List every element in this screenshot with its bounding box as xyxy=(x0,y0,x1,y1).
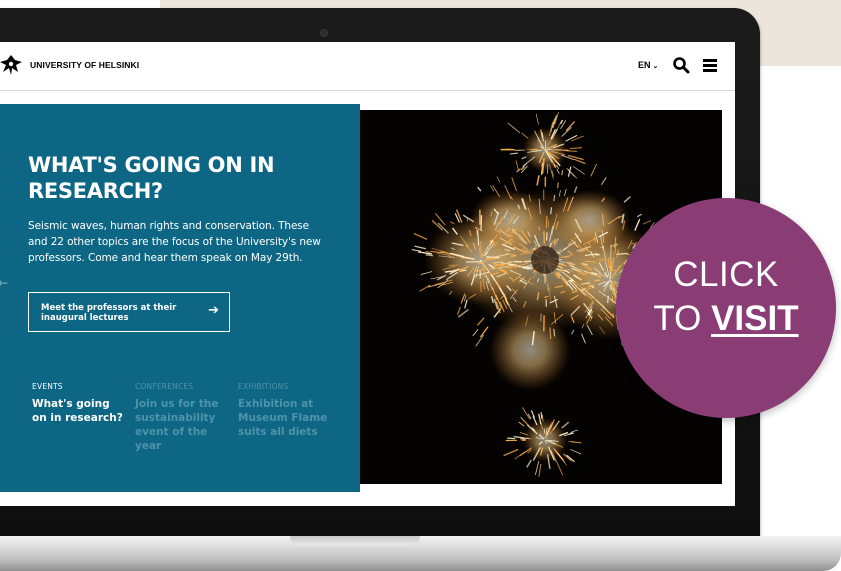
tab-text: What's going on in research? xyxy=(32,398,123,424)
laptop-hinge xyxy=(0,506,760,512)
language-selector[interactable]: EN ⌄ xyxy=(638,60,658,70)
chevron-down-icon: ⌄ xyxy=(652,63,659,70)
tab-events[interactable]: EVENTS What's going on in research? xyxy=(32,382,127,425)
tab-exhibitions[interactable]: EXHIBITIONS Exhibition at Museum Flame s… xyxy=(238,382,333,439)
tab-conferences[interactable]: CONFERENCES Join us for the sustainabili… xyxy=(135,382,230,453)
laptop-notch xyxy=(290,536,420,546)
cta-label: Meet the professors at their inaugural l… xyxy=(41,303,177,323)
visit-line-1: CLICK xyxy=(673,255,779,294)
tab-category: CONFERENCES xyxy=(135,382,194,391)
site-header: UNIVERSITY OF HELSINKI EN ⌄ xyxy=(0,42,735,91)
tab-text: Exhibition at Museum Flame suits all die… xyxy=(238,398,328,438)
tab-category: EVENTS xyxy=(32,382,63,391)
hero-panel: ← WHAT'S GOING ON IN RESEARCH? Seismic w… xyxy=(0,104,360,492)
visit-prefix: TO xyxy=(653,299,712,338)
camera-icon xyxy=(321,30,327,36)
visit-line-2: TO VISIT xyxy=(616,300,836,338)
click-to-visit-button[interactable]: CLICK TO VISIT xyxy=(616,198,836,418)
site-brand-name[interactable]: UNIVERSITY OF HELSINKI xyxy=(30,60,139,70)
university-logo-icon[interactable] xyxy=(0,52,24,78)
tab-text: Join us for the sustainability event of … xyxy=(135,398,219,452)
language-label: EN xyxy=(638,60,651,70)
hamburger-menu-icon[interactable] xyxy=(703,59,717,72)
meet-professors-button[interactable]: Meet the professors at their inaugural l… xyxy=(28,292,230,332)
hero-description: Seismic waves, human rights and conserva… xyxy=(28,220,321,264)
search-icon[interactable] xyxy=(672,56,690,74)
hero-title: WHAT'S GOING ON IN RESEARCH? xyxy=(28,153,275,203)
arrow-left-icon[interactable]: ← xyxy=(0,276,8,290)
laptop-base xyxy=(0,536,841,571)
tab-category: EXHIBITIONS xyxy=(238,382,289,391)
arrow-right-icon: ➔ xyxy=(208,303,219,318)
visit-strong: VISIT xyxy=(711,299,799,338)
